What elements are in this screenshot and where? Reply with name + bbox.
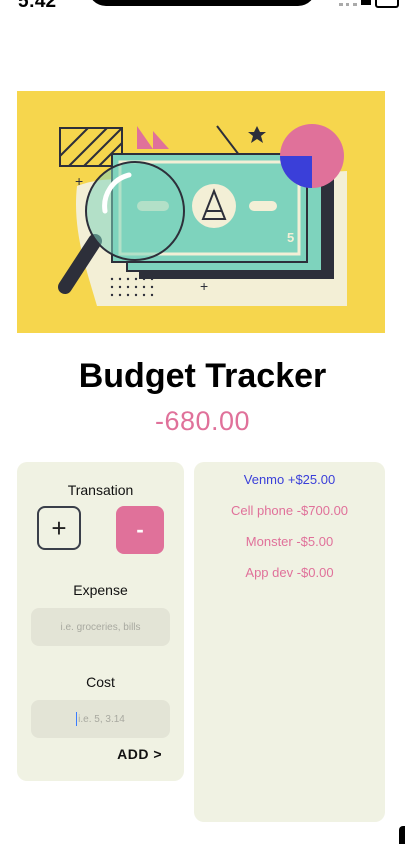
expense-input[interactable]: i.e. groceries, bills bbox=[31, 608, 170, 646]
svg-text:5: 5 bbox=[287, 230, 294, 245]
svg-text:+: + bbox=[75, 173, 83, 189]
income-button[interactable]: + bbox=[37, 506, 81, 550]
battery-icon bbox=[375, 0, 399, 8]
add-button[interactable]: ADD > bbox=[117, 746, 162, 762]
expense-placeholder: i.e. groceries, bills bbox=[60, 621, 141, 633]
status-time: 5:42 bbox=[18, 0, 57, 12]
transaction-list-panel: Venmo +$25.00 Cell phone -$700.00 Monster … bbox=[194, 462, 385, 822]
cost-input[interactable]: i.e. 5, 3.14 bbox=[31, 700, 170, 738]
device-corner bbox=[399, 826, 405, 844]
transaction-label: Transation bbox=[67, 482, 134, 498]
svg-text:+: + bbox=[200, 278, 208, 294]
money-magnifier-illustration: 5 + + bbox=[17, 91, 385, 333]
hero-illustration: 5 + + bbox=[17, 91, 385, 333]
status-icons bbox=[339, 0, 399, 8]
cost-placeholder: i.e. 5, 3.14 bbox=[78, 713, 125, 725]
transaction-item[interactable]: Monster -$5.00 bbox=[194, 534, 385, 549]
signal-icon bbox=[339, 0, 357, 6]
text-caret bbox=[76, 712, 78, 726]
expense-button[interactable]: - bbox=[116, 506, 164, 554]
balance-total: -680.00 bbox=[154, 406, 251, 436]
transaction-item[interactable]: Venmo +$25.00 bbox=[194, 472, 385, 487]
transaction-item[interactable]: App dev -$0.00 bbox=[194, 565, 385, 580]
device-notch bbox=[88, 0, 316, 6]
page-title: Budget Tracker bbox=[78, 357, 327, 395]
cost-label: Cost bbox=[86, 674, 115, 690]
wifi-icon bbox=[361, 0, 371, 5]
expense-label: Expense bbox=[73, 582, 128, 598]
transaction-form: Transation + - Expense i.e. groceries, b… bbox=[17, 462, 184, 781]
transaction-item[interactable]: Cell phone -$700.00 bbox=[194, 503, 385, 518]
